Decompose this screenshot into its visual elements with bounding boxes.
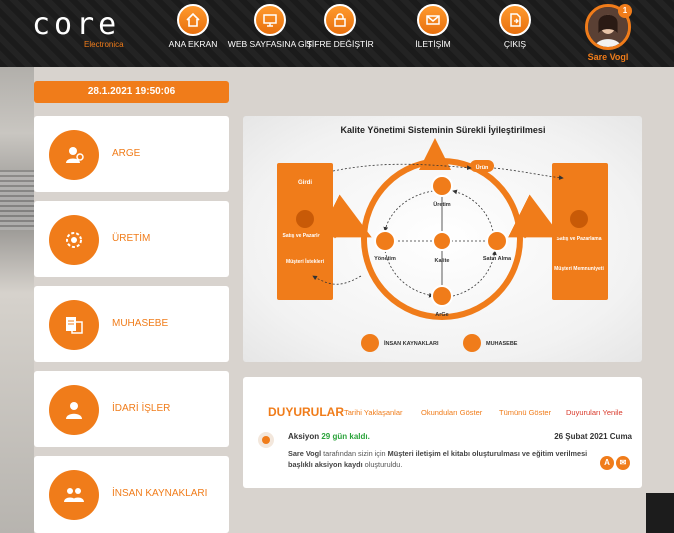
right-box-satisfaction: Müşteri Memnuniyeti xyxy=(554,266,604,272)
decorative-corner xyxy=(646,493,674,533)
module-card-insan-kaynaklari[interactable]: İNSAN KAYNAKLARI xyxy=(34,456,229,533)
exit-icon[interactable] xyxy=(499,4,531,36)
announcement-days-left: 29 gün kaldı. xyxy=(321,432,370,441)
nav-contact[interactable]: İLETİŞİM xyxy=(388,4,478,49)
home-icon[interactable] xyxy=(177,4,209,36)
admin-person-icon xyxy=(49,385,99,435)
left-box-sales: Satış ve Pazarlama xyxy=(282,233,327,239)
announcement-text1: tarafından sizin için xyxy=(323,449,386,458)
nav-change-password[interactable]: ŞİFRE DEĞİŞTİR xyxy=(295,4,385,49)
node-arge: ArGe xyxy=(435,312,448,318)
urun-label: Ürün xyxy=(476,164,489,171)
nav-contact-label: İLETİŞİM xyxy=(415,39,451,49)
logo-subtitle: Electronica xyxy=(84,40,124,49)
right-box-sales: Satış ve Pazarlama xyxy=(556,236,601,242)
announcement-date: 26 Şubat 2021 Cuma xyxy=(554,432,632,441)
accounting-icon xyxy=(49,300,99,350)
module-label: İNSAN KAYNAKLARI xyxy=(112,488,208,499)
monitor-icon[interactable] xyxy=(254,4,286,36)
researcher-icon xyxy=(49,130,99,180)
user-profile[interactable]: 1 Sare Vogl xyxy=(578,4,638,62)
user-name[interactable]: Sare Vogl xyxy=(578,52,638,62)
action-a-icon[interactable]: A xyxy=(600,456,614,470)
module-card-uretim[interactable]: ÜRETİM xyxy=(34,201,229,277)
node-uretim: Üretim xyxy=(433,201,451,208)
module-card-muhasebe[interactable]: MUHASEBE xyxy=(34,286,229,362)
quality-management-diagram: Kalite Yönetimi Sisteminin Sürekli İyile… xyxy=(243,116,642,362)
node-kalite: Kalite xyxy=(435,258,450,264)
diagram-title: Kalite Yönetimi Sisteminin Sürekli İyile… xyxy=(341,125,546,135)
module-card-idari-isler[interactable]: İDARİ İŞLER xyxy=(34,371,229,447)
production-gear-icon xyxy=(49,215,99,265)
logo[interactable]: core xyxy=(32,10,120,40)
node-yonetim: Yönetim xyxy=(374,256,396,262)
module-label: MUHASEBE xyxy=(112,318,169,329)
link-refresh[interactable]: Duyuruları Yenile xyxy=(566,408,623,417)
module-card-arge[interactable]: ARGE xyxy=(34,116,229,192)
announcements-panel: DUYURULAR Tarihi Yaklaşanlar Okunduları … xyxy=(243,377,642,488)
announcement-body: Sare Vogl tarafından sizin için Müşteri … xyxy=(288,448,588,470)
module-label: ARGE xyxy=(112,148,141,159)
announcement-heading: Aksiyon 29 gün kaldı. xyxy=(288,432,370,441)
people-icon xyxy=(49,470,99,520)
announcement-user: Sare Vogl xyxy=(288,449,322,458)
announcement-actions: A ✉ xyxy=(598,452,630,470)
bottom-ik: İNSAN KAYNAKLARI xyxy=(384,340,439,347)
announcement-text2: oluşturuldu. xyxy=(364,460,403,469)
nav-change-password-label: ŞİFRE DEĞİŞTİR xyxy=(306,39,374,49)
link-show-all[interactable]: Tümünü Göster xyxy=(499,408,551,417)
nav-exit[interactable]: ÇIKIŞ xyxy=(470,4,560,49)
left-box-requests: Müşteri İstekleri xyxy=(286,258,325,265)
link-show-read[interactable]: Okunduları Göster xyxy=(421,408,482,417)
nav-exit-label: ÇIKIŞ xyxy=(503,39,527,49)
module-label: ÜRETİM xyxy=(112,233,151,244)
announcements-title: DUYURULAR xyxy=(268,405,344,419)
bottom-muhasebe: MUHASEBE xyxy=(486,341,518,347)
announcement-type: Aksiyon xyxy=(288,432,320,441)
top-header: core Electronica ANA EKRAN WEB SAYFASINA… xyxy=(0,0,674,67)
link-upcoming[interactable]: Tarihi Yaklaşanlar xyxy=(344,408,403,417)
left-box-input: Girdi xyxy=(298,180,312,186)
announcement-bullet xyxy=(262,436,270,444)
mail-icon[interactable]: ✉ xyxy=(616,456,630,470)
mail-icon[interactable] xyxy=(417,4,449,36)
module-label: İDARİ İŞLER xyxy=(112,403,171,414)
notification-badge[interactable]: 1 xyxy=(618,4,632,18)
node-satin-alma: Satın Alma xyxy=(483,256,512,262)
lock-icon[interactable] xyxy=(324,4,356,36)
background-strip xyxy=(0,0,34,533)
datetime-display: 28.1.2021 19:50:06 xyxy=(34,81,229,103)
